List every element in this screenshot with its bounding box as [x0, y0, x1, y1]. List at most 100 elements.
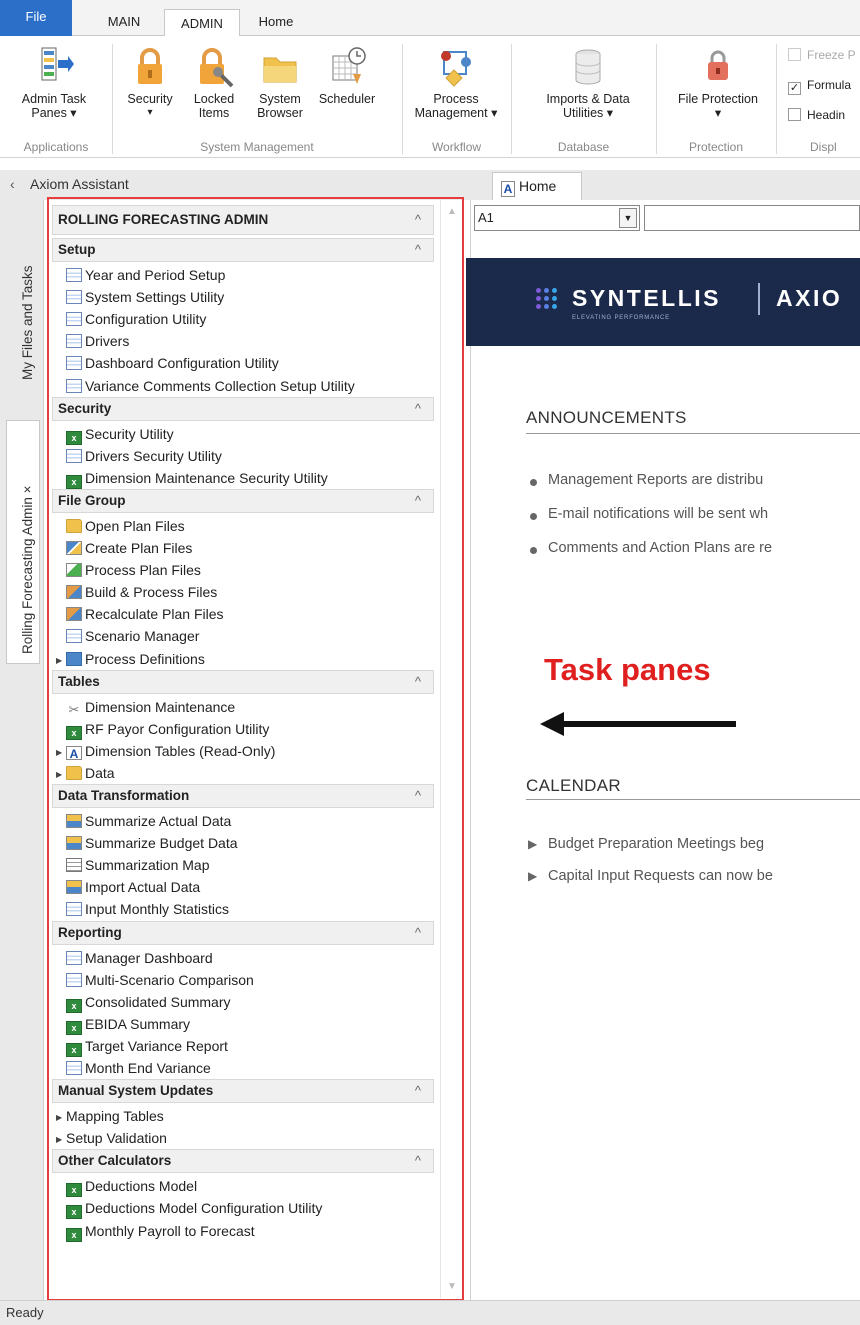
task-pane-item[interactable]: Variance Comments Collection Setup Utili… — [66, 375, 355, 397]
collapse-caret-icon[interactable]: ^ — [415, 239, 421, 261]
headings-label: Headin — [807, 108, 846, 122]
expand-arrow-icon[interactable]: ▶ — [56, 1107, 66, 1129]
imports-data-utilities-button[interactable]: Imports & Data Utilities ▾ — [532, 46, 644, 120]
task-pane-item-label: Dimension Maintenance — [85, 698, 236, 715]
collapse-caret-icon[interactable]: ^ — [415, 922, 421, 944]
section-header[interactable]: Reporting ^ — [52, 920, 434, 945]
task-pane-item[interactable]: ▶ Process Definitions — [56, 648, 205, 670]
task-pane-item[interactable]: x EBIDA Summary — [66, 1013, 190, 1035]
task-pane-item[interactable]: Open Plan Files — [66, 515, 185, 537]
formula-input[interactable] — [644, 205, 860, 231]
process-management-button[interactable]: Process Management ▾ — [408, 46, 504, 120]
section-header[interactable]: Data Transformation ^ — [52, 784, 434, 808]
headings-checkbox[interactable]: Headin — [788, 108, 845, 122]
task-pane-item[interactable]: Year and Period Setup — [66, 264, 225, 286]
task-pane-item[interactable]: Scenario Manager — [66, 625, 199, 647]
task-pane-item[interactable]: x Monthly Payroll to Forecast — [66, 1220, 255, 1242]
collapse-caret-icon[interactable]: ^ — [415, 785, 421, 807]
tab-home[interactable]: Home — [248, 8, 304, 36]
section-header[interactable]: Setup ^ — [52, 238, 434, 262]
task-pane-item[interactable]: Dashboard Configuration Utility — [66, 352, 279, 374]
task-pane-item-label: Process Plan Files — [85, 562, 201, 579]
expand-arrow-icon[interactable]: ▶ — [56, 742, 66, 764]
formula-bar-checkbox[interactable]: ✓ Formula — [788, 78, 851, 95]
group-label-workflow: Workflow — [431, 140, 482, 154]
task-pane-item[interactable]: Summarization Map — [66, 854, 210, 876]
calendar-heading: CALENDAR — [526, 776, 621, 795]
task-pane-item[interactable]: x Consolidated Summary — [66, 991, 231, 1013]
tab-main[interactable]: MAIN — [94, 8, 154, 36]
scroll-down-icon[interactable]: ▼ — [447, 1281, 457, 1292]
scheduler-button[interactable]: Scheduler — [314, 46, 380, 106]
expand-arrow-icon[interactable]: ▶ — [56, 650, 66, 672]
task-pane-item[interactable]: Drivers Security Utility — [66, 445, 222, 467]
task-pane-item[interactable]: Month End Variance — [66, 1057, 211, 1079]
section-header[interactable]: Security ^ — [52, 396, 434, 421]
group-label-protection: Protection — [688, 140, 744, 154]
security-button[interactable]: Security ▾ — [122, 46, 178, 120]
task-pane-item[interactable]: Configuration Utility — [66, 308, 206, 330]
locked-items-button[interactable]: Locked Items — [186, 46, 242, 120]
task-pane-item[interactable]: x Target Variance Report — [66, 1035, 228, 1057]
task-pane-item[interactable]: x Security Utility — [66, 423, 174, 445]
expand-arrow-icon[interactable]: ▶ — [56, 764, 66, 786]
collapse-chevron-icon[interactable]: ‹ — [10, 176, 15, 192]
syntellis-tagline: ELEVATING PERFORMANCE — [572, 315, 670, 321]
task-pane-scrollbar[interactable]: ▲ ▼ — [440, 200, 462, 1298]
task-pane-item[interactable]: Drivers — [66, 330, 129, 352]
build-icon — [66, 585, 82, 600]
task-pane-item[interactable]: Summarize Actual Data — [66, 810, 231, 832]
tab-admin[interactable]: ADMIN — [164, 9, 240, 37]
task-pane-item[interactable]: Summarize Budget Data — [66, 832, 238, 854]
task-pane-item[interactable]: ▶ Data — [56, 762, 115, 784]
name-box[interactable]: A1 ▼ — [474, 205, 640, 231]
task-pane-item[interactable]: Recalculate Plan Files — [66, 603, 224, 625]
imports-data-utilities-label: Imports & Data Utilities ▾ — [546, 92, 630, 120]
task-pane-item[interactable]: System Settings Utility — [66, 286, 224, 308]
axiom-a-icon: A — [66, 745, 82, 761]
task-pane-item[interactable]: ▶ Setup Validation — [56, 1127, 167, 1149]
database-icon — [66, 651, 82, 666]
file-protection-button[interactable]: File Protection ▾ — [668, 46, 768, 120]
task-pane-item[interactable]: ✂ Dimension Maintenance — [66, 696, 236, 718]
section-header[interactable]: Tables ^ — [52, 669, 434, 694]
system-browser-button[interactable]: System Browser — [250, 46, 310, 120]
tab-my-files-and-tasks[interactable]: My Files and Tasks — [20, 265, 35, 380]
announcement-item: Comments and Action Plans are re — [530, 540, 772, 556]
collapse-caret-icon[interactable]: ^ — [415, 1080, 421, 1102]
task-pane-item[interactable]: Multi-Scenario Comparison — [66, 969, 254, 991]
task-pane-item[interactable]: x Deductions Model — [66, 1175, 197, 1198]
syntellis-logo-icon — [536, 288, 566, 314]
task-pane-item[interactable]: ▶ Mapping Tables — [56, 1105, 164, 1127]
task-pane-item[interactable]: x Deductions Model Configuration Utility — [66, 1197, 322, 1220]
collapse-caret-icon[interactable]: ^ — [415, 206, 421, 234]
task-pane-item[interactable]: Manager Dashboard — [66, 947, 213, 969]
task-pane-item[interactable]: Build & Process Files — [66, 581, 217, 603]
task-pane-item[interactable]: Process Plan Files — [66, 559, 201, 581]
task-pane-item[interactable]: x RF Payor Configuration Utility — [66, 718, 269, 740]
collapse-caret-icon[interactable]: ^ — [415, 1150, 421, 1172]
collapse-caret-icon[interactable]: ^ — [415, 671, 421, 693]
freeze-panes-checkbox[interactable]: Freeze P — [788, 48, 856, 62]
task-pane-item[interactable]: Input Monthly Statistics — [66, 898, 229, 920]
section-header[interactable]: Other Calculators ^ — [52, 1149, 434, 1174]
admin-task-panes-button[interactable]: Admin Task Panes ▾ — [0, 46, 108, 120]
doc-icon — [66, 356, 82, 371]
triangle-right-icon: ▶ — [528, 837, 538, 851]
section-header[interactable]: Manual System Updates ^ — [52, 1079, 434, 1104]
tab-rolling-forecasting-admin[interactable]: Rolling Forecasting Admin × — [20, 486, 35, 654]
task-pane-item[interactable]: ▶ A Dimension Tables (Read-Only) — [56, 740, 275, 762]
scroll-up-icon[interactable]: ▲ — [447, 206, 457, 217]
task-pane-item-label: Open Plan Files — [85, 517, 185, 534]
collapse-caret-icon[interactable]: ^ — [415, 398, 421, 420]
expand-arrow-icon[interactable]: ▶ — [56, 1129, 66, 1151]
name-box-dropdown-icon[interactable]: ▼ — [619, 208, 637, 228]
section-header[interactable]: File Group ^ — [52, 488, 434, 513]
collapse-caret-icon[interactable]: ^ — [415, 490, 421, 512]
calendar-rule — [526, 799, 860, 800]
tab-home-document[interactable]: A Home — [492, 172, 582, 200]
task-pane-item[interactable]: Create Plan Files — [66, 537, 192, 559]
task-pane-item[interactable]: Import Actual Data — [66, 876, 200, 898]
tab-file[interactable]: File — [0, 0, 72, 36]
task-pane-item[interactable]: x Dimension Maintenance Security Utility — [66, 467, 328, 489]
